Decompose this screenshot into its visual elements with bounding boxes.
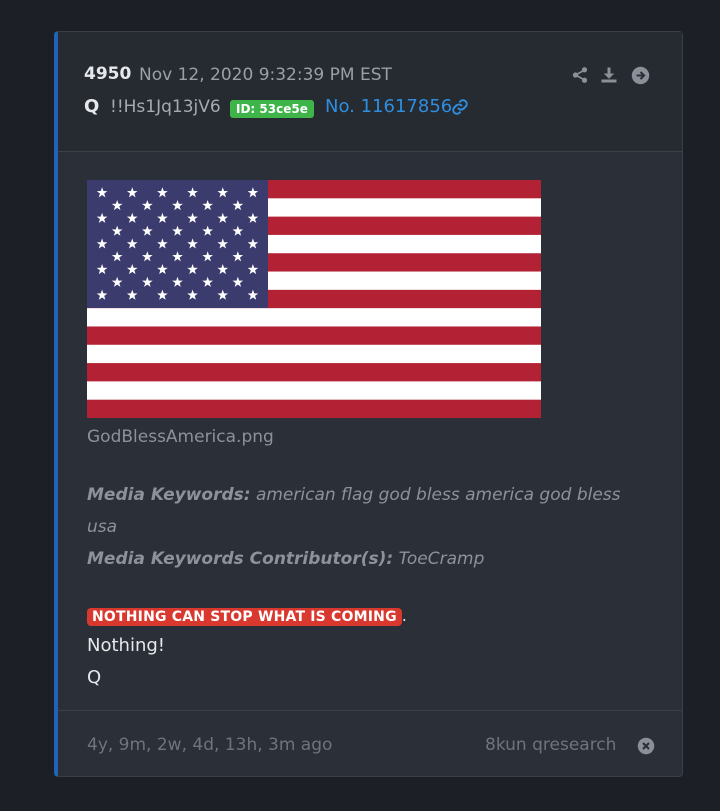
- media-keywords: Media Keywords: american flag god bless …: [87, 479, 647, 543]
- author-name: Q: [84, 96, 100, 117]
- close-icon[interactable]: [636, 736, 656, 756]
- tripcode: !!Hs1Jq13jV6: [110, 97, 221, 117]
- link-icon[interactable]: [451, 98, 469, 121]
- media-filename[interactable]: GodBlessAmerica.png: [87, 427, 274, 447]
- share-icon[interactable]: [570, 65, 590, 85]
- media-contributors-value: ToeCramp: [398, 549, 485, 569]
- post-number[interactable]: 4950: [84, 64, 131, 84]
- highlight-punct: .: [401, 606, 407, 625]
- post-date: Nov 12, 2020 9:32:39 PM EST: [139, 65, 392, 85]
- post-reference-link[interactable]: No. 11617856: [325, 96, 452, 117]
- message-line-1: Nothing!: [87, 635, 165, 656]
- media-keywords-label: Media Keywords:: [87, 485, 251, 505]
- id-badge: ID: 53ce5e: [230, 100, 314, 118]
- highlight-text: NOTHING CAN STOP WHAT IS COMING: [87, 608, 402, 626]
- post-footer: 4y, 9m, 2w, 4d, 13h, 3m ago 8kun qresear…: [58, 710, 682, 776]
- post-header: 4950 Nov 12, 2020 9:32:39 PM EST Q !!Hs1…: [58, 32, 682, 152]
- media-contributors: Media Keywords Contributor(s): ToeCramp: [87, 543, 647, 575]
- post-age: 4y, 9m, 2w, 4d, 13h, 3m ago: [87, 735, 333, 755]
- message-line-2: Q: [87, 667, 102, 688]
- media-contributors-label: Media Keywords Contributor(s):: [87, 549, 394, 569]
- post-source[interactable]: 8kun qresearch: [485, 735, 616, 755]
- highlight-line: NOTHING CAN STOP WHAT IS COMING.: [87, 606, 407, 626]
- arrow-right-circle-icon[interactable]: [630, 65, 650, 85]
- download-icon[interactable]: [599, 65, 619, 85]
- post-card: 4950 Nov 12, 2020 9:32:39 PM EST Q !!Hs1…: [54, 31, 683, 777]
- flag-image[interactable]: [87, 180, 541, 418]
